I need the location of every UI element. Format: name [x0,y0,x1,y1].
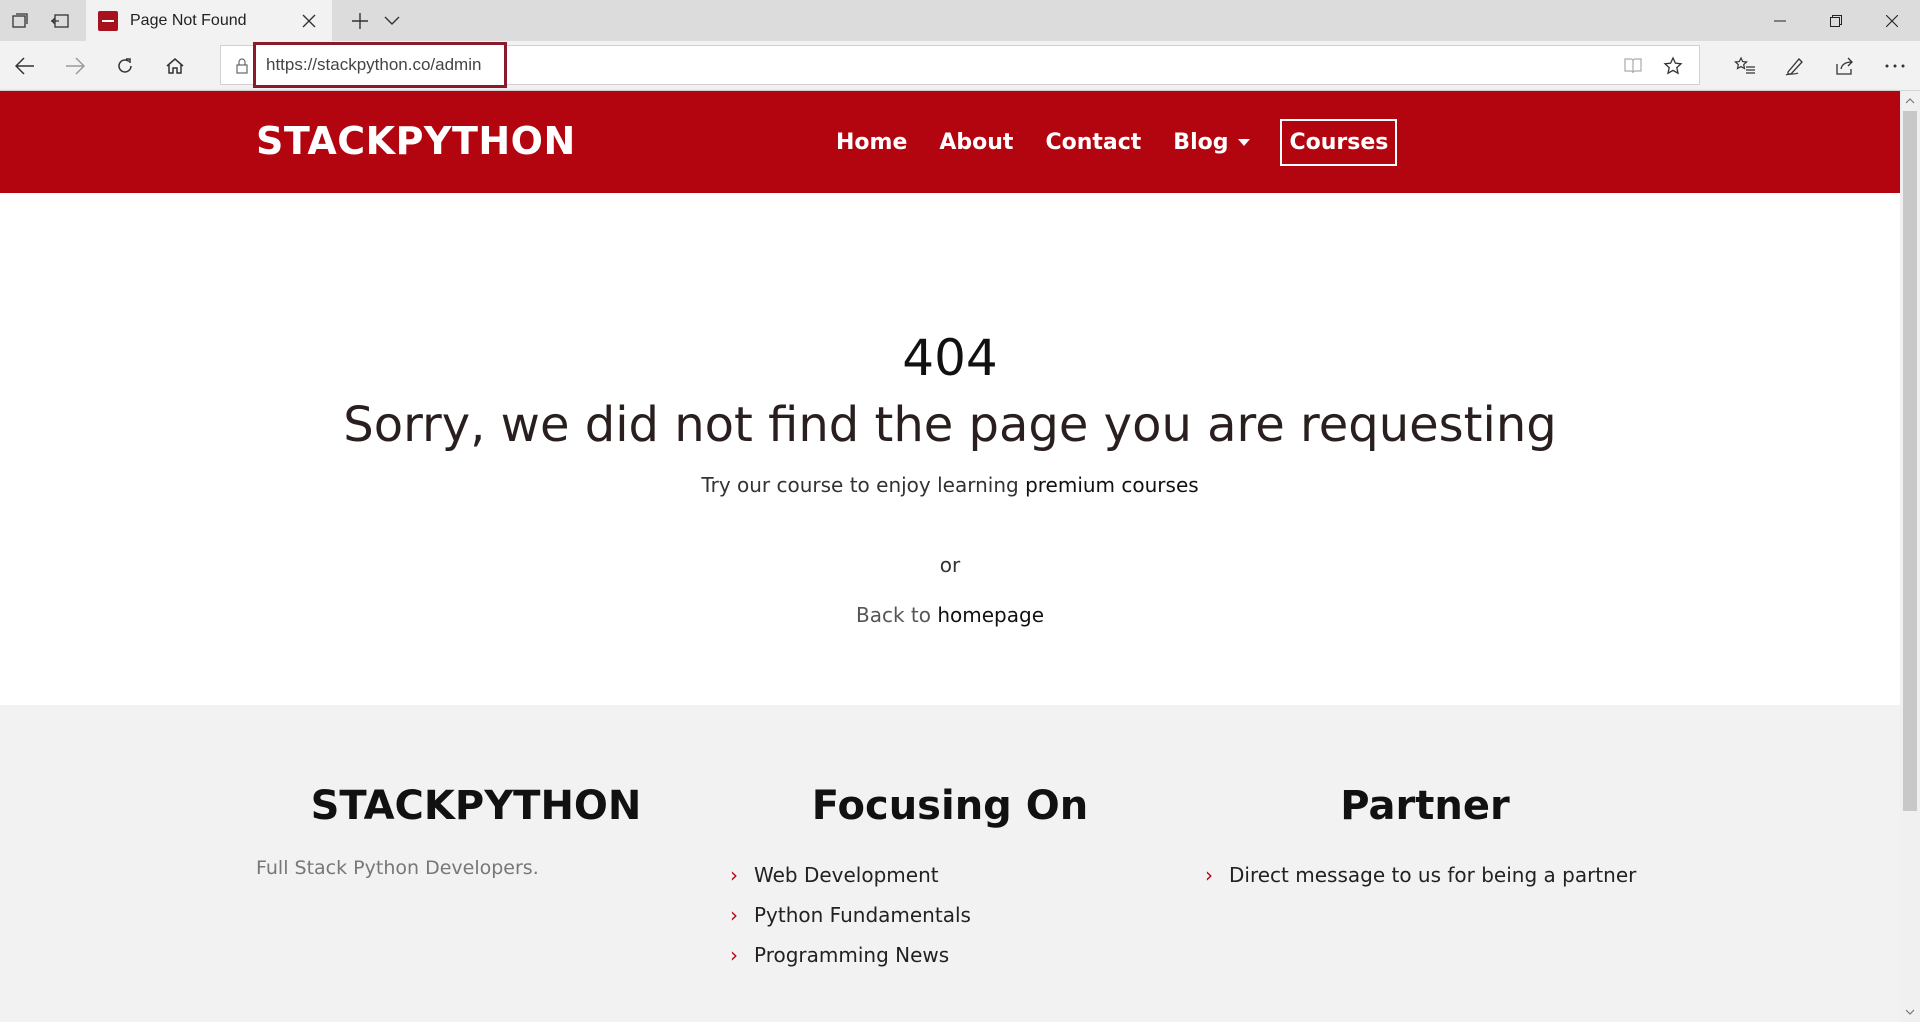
error-headline: Sorry, we did not find the page you are … [343,397,1557,453]
forward-arrow-icon[interactable] [50,41,100,91]
share-icon[interactable] [1820,41,1870,91]
or-separator: or [939,553,961,577]
tabs-aside-icon[interactable] [0,0,40,41]
chevron-right-icon: › [730,863,738,887]
focusing-item-label: Programming News [754,943,950,967]
active-tab[interactable]: Page Not Found [86,0,332,41]
focusing-item-label: Python Fundamentals [754,903,971,927]
focusing-item[interactable]: › Programming News [730,935,1170,975]
more-icon[interactable] [1870,41,1920,91]
footer-brand-title: STACKPYTHON [310,783,642,829]
nav-home-label: Home [836,129,908,155]
tab-title: Page Not Found [130,11,247,29]
browser-toolbar: https://stackpython.co/admin [0,41,1920,91]
refresh-icon[interactable] [100,41,150,91]
chevron-down-icon[interactable] [372,0,412,41]
footer-tagline: Full Stack Python Developers. [256,857,539,879]
scroll-up-icon[interactable] [1900,91,1920,111]
back-to-home-line: Back to homepage [0,603,1900,627]
page-scrollbar[interactable] [1900,91,1920,1022]
lock-icon [233,56,251,76]
url-text: https://stackpython.co/admin [266,55,482,74]
try-course-text: Try our course to enjoy learning [701,473,1026,497]
back-arrow-icon[interactable] [0,41,50,91]
star-icon[interactable] [1657,50,1689,82]
minimize-icon[interactable] [1752,0,1808,41]
reading-view-icon[interactable] [1617,50,1649,82]
focusing-item[interactable]: › Web Development [730,855,1170,895]
nav-blog-dropdown[interactable]: Blog [1173,129,1251,155]
close-tab-icon[interactable] [294,6,324,36]
back-to-text: Back to [855,603,938,627]
site-navigation: Home About Contact Blog Courses [820,114,1413,170]
site-favicon-icon [98,10,118,31]
chevron-right-icon: › [730,903,738,927]
nav-about-label: About [939,129,1014,155]
try-course-line: Try our course to enjoy learning premium… [0,473,1900,497]
nav-contact-link[interactable]: Contact [1045,130,1141,155]
homepage-link[interactable]: homepage [937,603,1044,627]
nav-courses-button[interactable]: Courses [1280,118,1398,166]
focusing-list: › Web Development › Python Fundamentals › P… [730,855,1170,975]
scrollbar-thumb[interactable] [1903,111,1917,811]
scroll-down-icon[interactable] [1900,1002,1920,1022]
footer-focusing-column: Focusing On › Web Development › Python Fun… [730,783,1170,975]
focusing-item[interactable]: › Python Fundamentals [730,895,1170,935]
error-code: 404 [902,329,998,387]
site-brand-logo[interactable]: STACKPYTHON [256,119,576,163]
close-window-icon[interactable] [1864,0,1920,41]
favorites-list-icon[interactable] [1720,41,1770,91]
partner-item-label: Direct message to us for being a partner [1229,863,1637,887]
footer-focusing-title: Focusing On [811,783,1089,829]
nav-blog-label: Blog [1173,129,1229,155]
site-footer: STACKPYTHON Full Stack Python Developers… [0,705,1900,1022]
restore-icon[interactable] [1808,0,1864,41]
footer-partner-column: Partner › Direct message to us for being … [1205,783,1645,895]
footer-partner-title: Partner [1340,783,1510,829]
url-highlight-box[interactable]: https://stackpython.co/admin [253,42,507,88]
nav-courses-label: Courses [1289,129,1389,155]
error-content: 404 Sorry, we did not find the page you … [0,193,1900,705]
chevron-right-icon: › [730,943,738,967]
caret-down-icon [1238,138,1251,146]
nav-contact-label: Contact [1045,129,1142,155]
focusing-item-label: Web Development [754,863,939,887]
premium-courses-link[interactable]: premium courses [1025,473,1199,497]
footer-brand-column: STACKPYTHON Full Stack Python Developers… [256,783,696,879]
partner-list: › Direct message to us for being a partne… [1205,855,1645,895]
tab-strip: Page Not Found [0,0,1920,41]
home-icon[interactable] [150,41,200,91]
nav-home-link[interactable]: Home [836,130,907,155]
site-header: STACKPYTHON Home About Contact Blog Cour… [0,91,1900,193]
address-bar[interactable]: https://stackpython.co/admin [220,42,1700,88]
chevron-right-icon: › [1205,863,1213,887]
nav-about-link[interactable]: About [939,130,1013,155]
set-aside-icon[interactable] [40,0,80,41]
pen-icon[interactable] [1770,41,1820,91]
partner-item[interactable]: › Direct message to us for being a partne… [1205,855,1645,895]
